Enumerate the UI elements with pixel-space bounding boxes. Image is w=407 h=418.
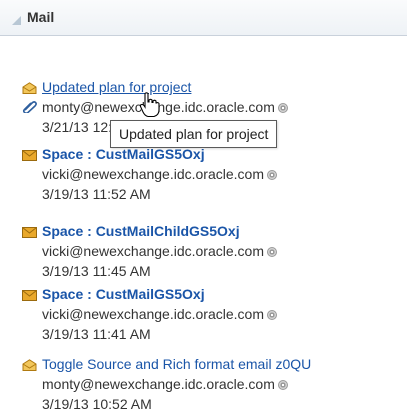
mail-sender: vicki@newexchange.idc.oracle.com (42, 242, 277, 260)
mail-panel-header[interactable]: Mail (0, 0, 407, 36)
mail-date: 3/19/13 11:45 AM (42, 263, 151, 279)
mail-list-item[interactable]: Space : CustMailChildGS5Oxj vicki@newexc… (0, 222, 407, 288)
mail-subject-link[interactable]: Updated plan for project (42, 78, 191, 96)
mail-sender: monty@newexchange.idc.oracle.com (42, 375, 288, 393)
mail-list-item[interactable]: Toggle Source and Rich format email z0QU… (0, 355, 407, 418)
attachment-icon (22, 101, 37, 113)
open-envelope-icon (22, 82, 37, 94)
mail-subject-link[interactable]: Space : CustMailChildGS5Oxj (42, 222, 240, 240)
sender-text: vicki@newexchange.idc.oracle.com (42, 243, 264, 259)
sender-text: monty@newexchange.idc.oracle.com (42, 376, 275, 392)
mail-date: 3/21/13 12:0 (42, 119, 120, 135)
presence-status-icon[interactable] (277, 103, 288, 113)
sender-text: vicki@newexchange.idc.oracle.com (42, 306, 264, 322)
mail-subject-link[interactable]: Space : CustMailGS5Oxj (42, 285, 205, 303)
mail-date: 3/19/13 11:41 AM (42, 326, 151, 342)
presence-status-icon[interactable] (266, 310, 277, 320)
sender-text: vicki@newexchange.idc.oracle.com (42, 166, 264, 182)
presence-status-icon[interactable] (277, 380, 288, 390)
mail-subject-link[interactable]: Toggle Source and Rich format email z0QU (42, 355, 311, 373)
mail-list-item[interactable]: Space : CustMailGS5Oxj vicki@newexchange… (0, 145, 407, 211)
mail-sender: vicki@newexchange.idc.oracle.com (42, 305, 277, 323)
mail-panel: Mail Updated plan for project monty@newe… (0, 0, 407, 418)
closed-envelope-icon (22, 150, 37, 161)
hand-cursor-icon (139, 92, 160, 118)
disclosure-triangle-icon[interactable] (12, 16, 21, 25)
presence-status-icon[interactable] (266, 247, 277, 257)
mail-date: 3/19/13 10:52 AM (42, 396, 152, 412)
mail-sender: monty@newexchange.idc.oracle.com (42, 98, 288, 116)
presence-status-icon[interactable] (266, 170, 277, 180)
mail-list-item[interactable]: Space : CustMailGS5Oxj vicki@newexchange… (0, 285, 407, 351)
closed-envelope-icon (22, 290, 37, 301)
closed-envelope-icon (22, 227, 37, 238)
subject-tooltip: Updated plan for project (110, 120, 278, 148)
open-envelope-icon (22, 359, 37, 371)
mail-sender: vicki@newexchange.idc.oracle.com (42, 165, 277, 183)
mail-date: 3/19/13 11:52 AM (42, 186, 151, 202)
panel-title: Mail (27, 9, 55, 25)
